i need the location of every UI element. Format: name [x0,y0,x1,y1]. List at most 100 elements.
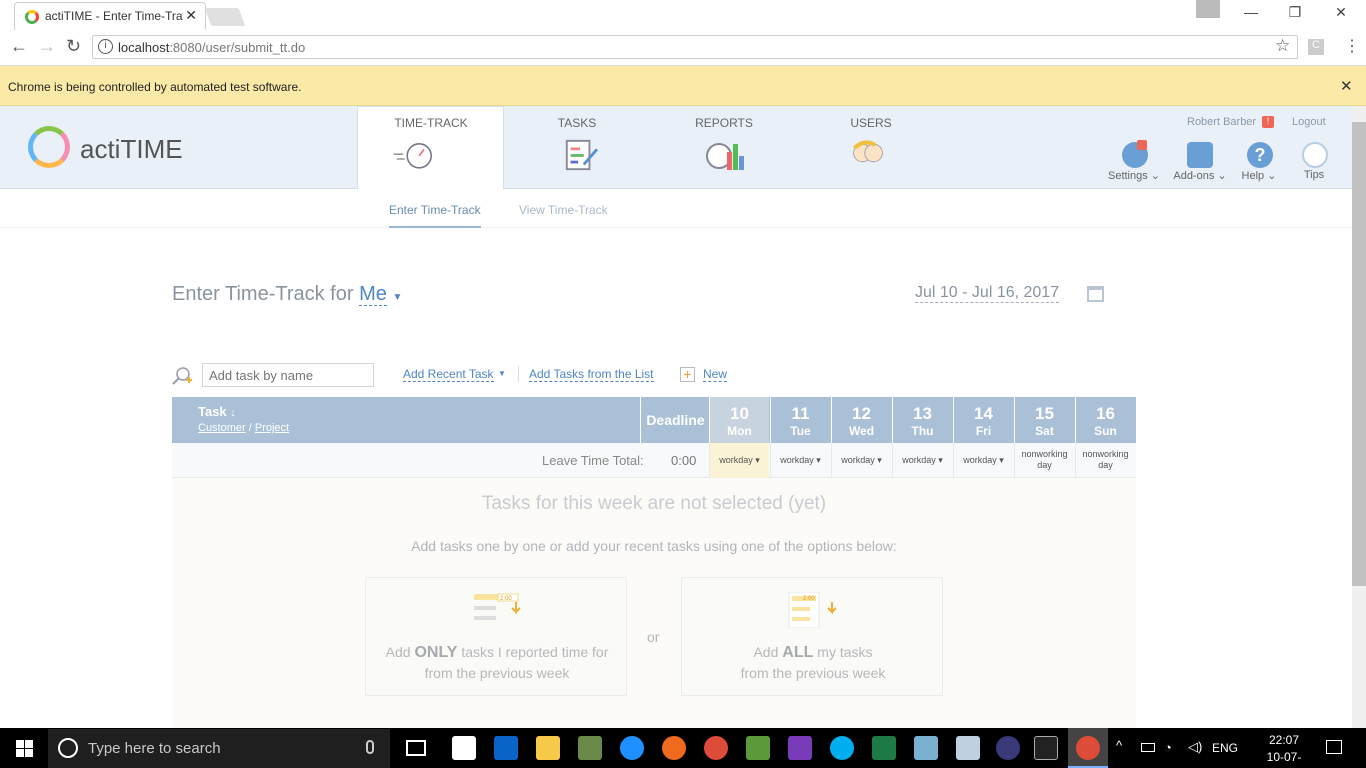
chevron-down-icon[interactable]: ▼ [498,369,506,378]
battery-icon[interactable] [1141,743,1155,752]
help-icon[interactable]: ? [1247,142,1273,168]
date-range[interactable]: Jul 10 - Jul 16, 2017 [915,284,1060,303]
skype-icon[interactable] [830,736,854,760]
file-explorer-icon[interactable] [536,736,560,760]
paint-app-icon[interactable] [956,736,980,760]
reload-icon[interactable]: ↻ [66,36,81,57]
reports-chart-icon[interactable] [705,138,745,172]
automation-notice: Chrome is being controlled by automated … [8,80,302,94]
task-list-icon: 2:00 [474,593,521,620]
add-recent-task-button[interactable]: Add Recent Task [403,367,494,382]
outlook-icon[interactable] [494,736,518,760]
microphone-icon[interactable] [366,740,374,754]
empty-state-subtitle: Add tasks one by one or add your recent … [411,538,897,554]
logout-link[interactable]: Logout [1292,116,1326,128]
tray-chevron-icon[interactable]: ^ [1116,738,1122,753]
day-type-sat: nonworking day [1014,443,1074,478]
restore-button[interactable]: ❐ [1280,4,1310,21]
windows-start-icon[interactable] [16,740,33,757]
language-indicator[interactable]: ENG [1212,741,1238,755]
back-icon[interactable]: ← [10,36,28,57]
firefox-icon[interactable] [662,736,686,760]
new-task-icon[interactable]: + [680,367,695,382]
new-task-button[interactable]: New [703,367,728,382]
actitime-logo-icon[interactable] [28,126,70,168]
chrome-icon[interactable] [1076,736,1100,760]
cortana-icon[interactable] [58,738,78,758]
deadline-column-header: Deadline [640,397,710,443]
option2-text: Add ALL my tasks from the previous week [740,644,886,681]
info-icon[interactable]: i [98,39,113,54]
tips-button[interactable]: Tips [1284,169,1344,181]
sub-navigation [0,189,1352,228]
wifi-icon[interactable]: ◔ [1164,740,1172,755]
internet-explorer-icon[interactable] [620,736,644,760]
action-center-icon[interactable] [1326,740,1342,754]
add-task-input[interactable] [202,363,374,387]
addons-menu[interactable]: Add-ons ⌄ [1170,169,1230,182]
volume-icon[interactable]: ◁) [1188,739,1202,755]
nav-tab-reports[interactable]: REPORTS [674,116,774,130]
infobar-close-icon[interactable]: ✕ [1340,77,1353,95]
new-tab-button[interactable] [204,8,246,26]
alert-badge-icon[interactable]: ! [1262,116,1274,128]
svg-text:2:00: 2:00 [803,596,815,602]
logo-text[interactable]: actiTIME [80,134,183,165]
taskbar-search-text: Type here to search [88,740,221,757]
day-header-sun: 16 Sun [1075,397,1135,443]
browser-tab[interactable]: actiTIME - Enter Time-Tra ✕ [14,2,206,30]
menu-icon[interactable]: ⋮ [1344,36,1360,56]
nav-label-timetrack[interactable]: TIME-TRACK [381,116,481,130]
close-window-button[interactable]: ✕ [1326,4,1356,21]
tools-app-icon[interactable] [578,736,602,760]
tab-close-icon[interactable]: ✕ [185,7,197,24]
day-header-thu: 13 Thu [892,397,952,443]
user-selector[interactable]: Me [359,283,387,306]
notes-app-icon[interactable] [914,736,938,760]
day-type-tue[interactable]: workday ▾ [770,443,830,478]
tasks-clipboard-icon[interactable] [560,138,600,172]
taskbar-clock[interactable]: 22:0710-07-2017 [1254,732,1314,768]
subnav-enter-timetrack[interactable]: Enter Time-Track [389,203,481,228]
subnav-view-timetrack[interactable]: View Time-Track [519,203,608,217]
settings-menu[interactable]: Settings ⌄ [1104,169,1164,182]
task-view-icon[interactable] [406,740,426,756]
day-type-sun: nonworking day [1075,443,1135,478]
add-all-tasks-option[interactable]: 2:00 Add ALL my tasks from the previous w… [681,577,943,696]
excel-icon[interactable] [872,736,896,760]
lightbulb-icon[interactable] [1302,142,1328,168]
extension-icon[interactable]: C [1308,39,1324,55]
customer-project-sort: Customer / Project [198,422,290,434]
calendar-icon[interactable] [1087,286,1104,302]
chrome-icon[interactable] [704,736,728,760]
empty-state-title: Tasks for this week are not selected (ye… [481,493,827,514]
day-type-wed[interactable]: workday ▾ [831,443,891,478]
puzzle-icon[interactable] [1187,142,1213,168]
bookmark-star-icon[interactable]: ☆ [1275,36,1290,56]
help-menu[interactable]: Help ⌄ [1229,169,1289,182]
users-icon[interactable] [848,136,888,170]
forward-icon[interactable]: → [38,36,56,57]
eclipse-icon[interactable] [996,736,1020,760]
stopwatch-icon [393,143,432,169]
day-type-fri[interactable]: workday ▾ [953,443,1013,478]
scrollbar-thumb[interactable] [1352,122,1366,586]
favicon-icon [25,10,39,24]
task-column-header[interactable]: Task ↓ [198,404,236,419]
spreadsheet-app-icon[interactable] [746,736,770,760]
add-only-reported-tasks-option[interactable]: 2:00 Add ONLY tasks I reported time for f… [365,577,627,696]
command-prompt-icon[interactable] [1034,736,1058,760]
nav-tab-tasks[interactable]: TASKS [527,116,627,130]
nav-tab-users[interactable]: USERS [821,116,921,130]
customer-sort-link[interactable]: Customer [198,422,246,434]
project-sort-link[interactable]: Project [255,422,289,434]
clapper-app-icon[interactable] [452,736,476,760]
minimize-button[interactable]: — [1236,4,1266,20]
profile-icon[interactable] [1196,0,1220,18]
chevron-down-icon[interactable]: ▼ [392,292,402,303]
visual-studio-icon[interactable] [788,736,812,760]
day-type-mon[interactable]: workday ▾ [709,443,769,478]
user-name[interactable]: Robert Barber [1187,116,1256,128]
day-type-thu[interactable]: workday ▾ [892,443,952,478]
add-tasks-from-list-button[interactable]: Add Tasks from the List [529,367,654,382]
